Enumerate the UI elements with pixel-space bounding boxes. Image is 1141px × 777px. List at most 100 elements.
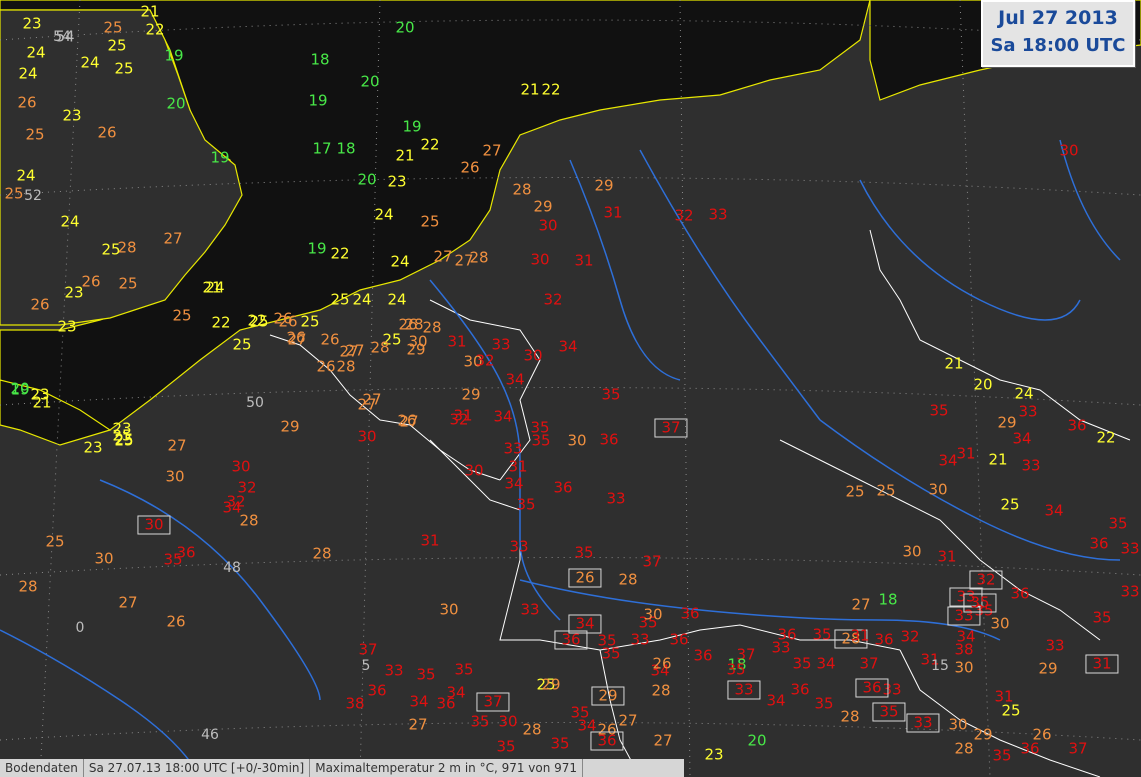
station-value: 25 xyxy=(1001,701,1021,720)
station-value: 24 xyxy=(1014,384,1034,403)
station-value: 27 xyxy=(399,412,419,431)
station-value: 17 xyxy=(312,139,332,158)
station-value: 19 xyxy=(307,239,327,258)
station-value: 30 xyxy=(498,712,518,731)
station-value: 20 xyxy=(747,731,767,750)
station-value: 32 xyxy=(237,478,257,497)
station-value: 24 xyxy=(390,252,410,271)
graticule-label: 15 xyxy=(931,658,949,674)
station-value: 28 xyxy=(512,180,532,199)
station-value: 35 xyxy=(792,654,812,673)
station-value: 35 xyxy=(872,702,906,722)
station-value: 27 xyxy=(339,342,359,361)
station-value: 33 xyxy=(727,680,761,700)
station-value: 36 xyxy=(680,604,700,623)
station-value: 27 xyxy=(357,395,377,414)
station-value: 37 xyxy=(654,418,688,438)
station-value: 31 xyxy=(937,547,957,566)
station-value: 25 xyxy=(845,482,865,501)
status-source: Bodendaten xyxy=(0,759,84,777)
station-value: 33 xyxy=(1021,456,1041,475)
station-value: 32 xyxy=(543,290,563,309)
station-value: 35 xyxy=(597,631,617,650)
station-value: 35 xyxy=(992,746,1012,765)
station-value: 32 xyxy=(475,351,495,370)
station-value: 29 xyxy=(1038,659,1058,678)
station-value: 25 xyxy=(420,212,440,231)
station-value: 24 xyxy=(26,43,46,62)
station-value: 35 xyxy=(963,593,997,613)
station-value: 35 xyxy=(416,665,436,684)
station-value: 18 xyxy=(336,139,356,158)
station-value: 31 xyxy=(1085,654,1119,674)
station-value: 36 xyxy=(1010,584,1030,603)
station-value: 30 xyxy=(523,346,543,365)
station-value: 27 xyxy=(618,711,638,730)
station-value: 24 xyxy=(18,64,38,83)
station-value: 31 xyxy=(420,531,440,550)
station-value: 23 xyxy=(62,106,82,125)
station-value: 28 xyxy=(312,544,332,563)
station-value: 37 xyxy=(358,640,378,659)
station-value: 37 xyxy=(476,692,510,712)
station-value: 33 xyxy=(503,439,523,458)
station-value: 36 xyxy=(554,630,588,650)
station-value: 23 xyxy=(57,317,77,336)
station-value: 26 xyxy=(320,330,340,349)
station-value: 30 xyxy=(357,427,377,446)
station-value: 25 xyxy=(876,481,896,500)
station-value: 36 xyxy=(669,630,689,649)
station-value: 22 xyxy=(211,313,231,332)
datetime-box: Jul 27 2013 Sa 18:00 UTC xyxy=(981,0,1135,67)
station-value: 26 xyxy=(652,654,672,673)
station-value: 25 xyxy=(25,125,45,144)
station-value: 33 xyxy=(606,489,626,508)
station-value: 29 xyxy=(591,686,625,706)
station-value: 25 xyxy=(232,335,252,354)
map-viewport[interactable]: 23 25 21 22 19 24 54 25 24 25 20 18 20 19 20 21 22 24 26 23… xyxy=(0,0,1141,777)
station-value: 23 xyxy=(704,745,724,764)
station-value: 24 xyxy=(60,212,80,231)
station-value: 30 xyxy=(928,480,948,499)
station-value: 27 xyxy=(163,229,183,248)
station-value: 31 xyxy=(508,457,528,476)
station-value: 36 xyxy=(599,430,619,449)
station-value: 20 xyxy=(395,18,415,37)
station-value: 30 xyxy=(94,549,114,568)
graticule-label: 0 xyxy=(75,620,85,636)
station-value: 33 xyxy=(1120,539,1140,558)
station-value: 29 xyxy=(461,385,481,404)
station-value: 30 xyxy=(954,658,974,677)
station-value: 32 xyxy=(969,570,1003,590)
station-value: 34 xyxy=(505,370,525,389)
station-value: 25 xyxy=(114,430,134,449)
graticule-label: 54 xyxy=(53,29,71,45)
station-value: 27 xyxy=(851,595,871,614)
station-value: 18 xyxy=(878,590,898,609)
station-value: 33 xyxy=(491,335,511,354)
station-value: 36 xyxy=(1089,534,1109,553)
station-value: 25 xyxy=(118,274,138,293)
station-value: 31 xyxy=(603,203,623,222)
station-value: 30 xyxy=(439,600,459,619)
station-value: 36 xyxy=(790,680,810,699)
station-value: 32 xyxy=(674,206,694,225)
station-value: 24 xyxy=(16,166,36,185)
station-value: 25 xyxy=(107,36,127,55)
station-value: 28 xyxy=(618,570,638,589)
station-value: 21 xyxy=(988,450,1008,469)
station-value: 36 xyxy=(777,625,797,644)
station-value: 23 xyxy=(387,172,407,191)
station-value: 24 xyxy=(80,53,100,72)
station-value: 36 xyxy=(436,694,456,713)
station-value: 26 xyxy=(273,309,293,328)
station-value: 31 xyxy=(574,251,594,270)
station-value: 26 xyxy=(166,612,186,631)
station-value: 35 xyxy=(601,385,621,404)
station-value: 27 xyxy=(653,731,673,750)
station-value: 22 xyxy=(145,20,165,39)
station-value: 34 xyxy=(766,691,786,710)
station-value: 27 xyxy=(433,247,453,266)
station-value: 34 xyxy=(956,627,976,646)
station-value: 30 xyxy=(538,216,558,235)
